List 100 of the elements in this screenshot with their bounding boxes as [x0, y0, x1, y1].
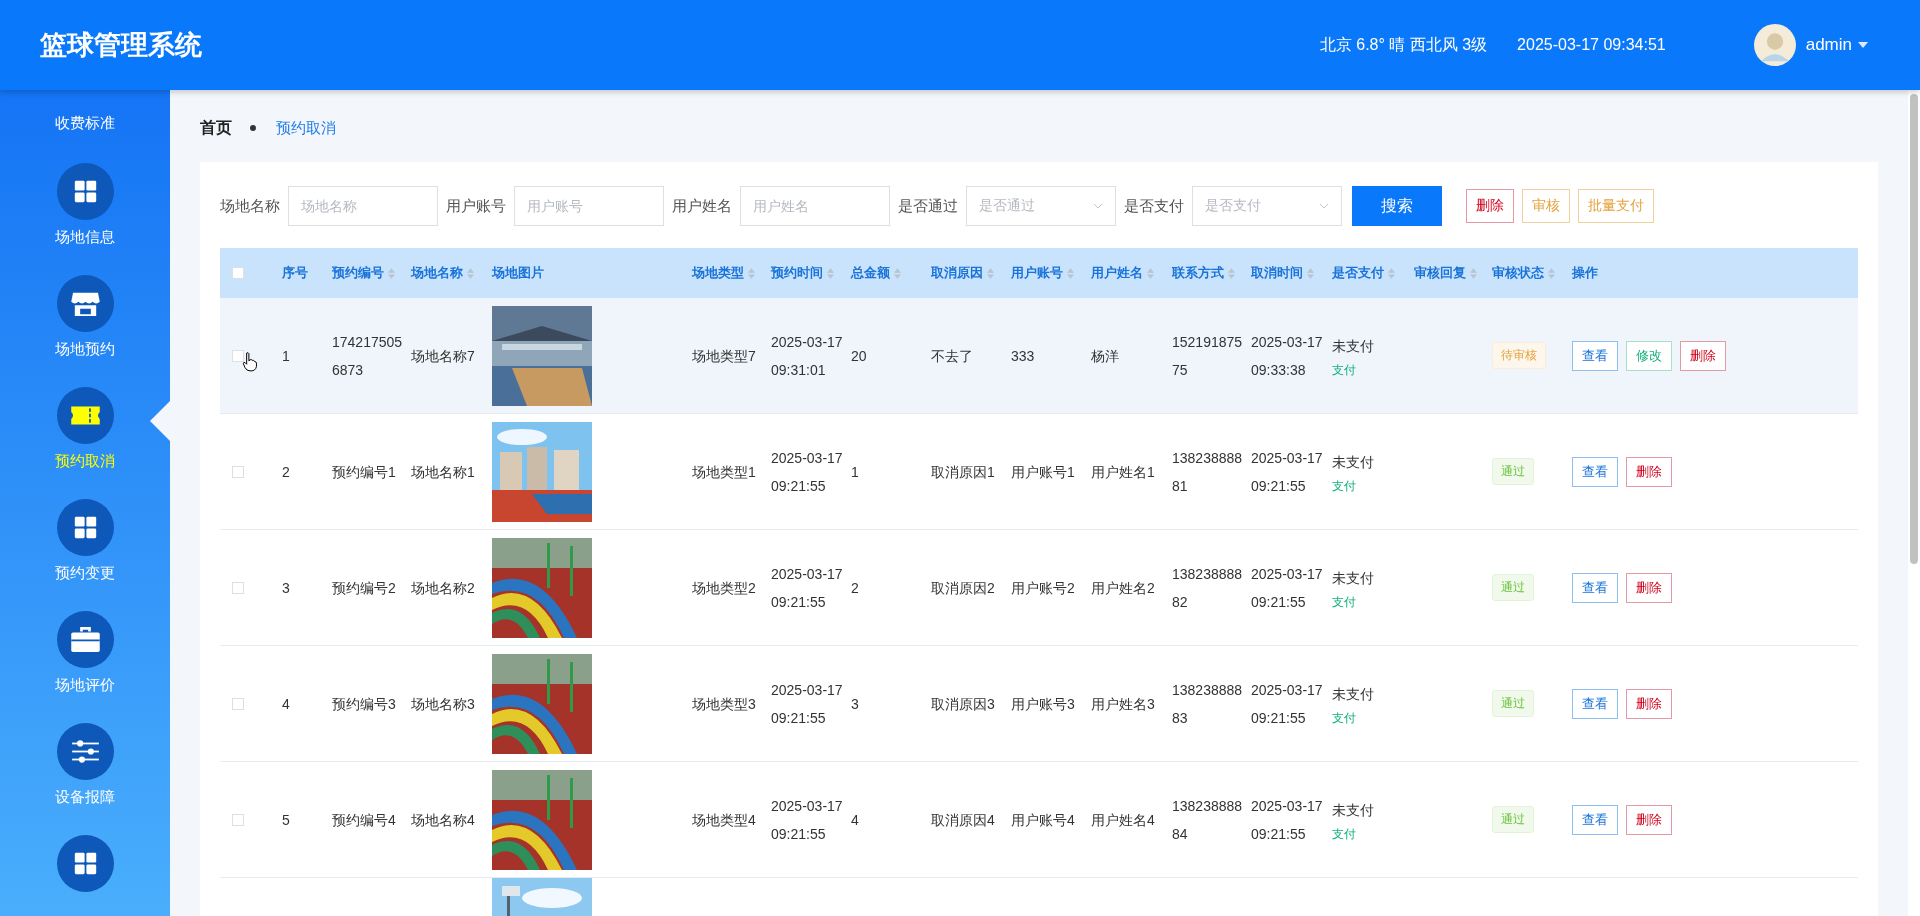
table-cell-text: 预约编号1	[332, 462, 396, 482]
shop-icon[interactable]	[56, 275, 114, 332]
checkbox[interactable]	[232, 267, 244, 279]
action-button[interactable]: 审核	[1522, 189, 1570, 223]
chevron-icon[interactable]	[1319, 203, 1329, 209]
avatar-icon[interactable]	[1753, 24, 1796, 66]
column-header[interactable]: 联系方式	[1172, 264, 1224, 282]
delete-button[interactable]: 删除	[1680, 340, 1726, 371]
sort-icon[interactable]	[1307, 267, 1314, 279]
caret-icon[interactable]	[1858, 42, 1868, 48]
grid-icon[interactable]	[56, 499, 114, 556]
table-cell-text: 5	[282, 810, 290, 830]
status-tag: 通过	[1492, 806, 1534, 833]
sliders-icon[interactable]	[56, 723, 114, 780]
table-cell-text: 预约编号3	[332, 694, 396, 714]
input-field[interactable]: 用户姓名	[740, 186, 890, 226]
sidebar-item[interactable]: 预约变更	[55, 564, 115, 583]
table-cell-text: 2025-03-17 09:21:55	[1251, 680, 1324, 728]
delete-button[interactable]: 删除	[1626, 688, 1672, 719]
checkbox[interactable]	[232, 465, 244, 478]
grid-icon[interactable]	[56, 835, 114, 892]
ticket-icon[interactable]	[56, 387, 114, 444]
view-button[interactable]: 查看	[1572, 688, 1618, 719]
checkbox[interactable]	[232, 581, 244, 594]
table-cell-text: 2	[282, 462, 290, 482]
table-cell-text: 用户姓名4	[1091, 810, 1155, 830]
breadcrumb-link[interactable]: 首页	[200, 117, 232, 139]
sort-icon[interactable]	[1067, 267, 1074, 279]
delete-button[interactable]: 删除	[1626, 804, 1672, 835]
sort-icon[interactable]	[1147, 267, 1154, 279]
sort-icon[interactable]	[894, 267, 901, 279]
delete-button[interactable]: 删除	[1466, 189, 1514, 223]
sort-icon[interactable]	[987, 267, 994, 279]
table-cell-text: 场地名称1	[411, 462, 475, 482]
table-cell-text: 杨洋	[1091, 346, 1119, 366]
column-header[interactable]: 取消原因	[931, 264, 983, 282]
column-header[interactable]: 用户姓名	[1091, 264, 1143, 282]
pay-link[interactable]: 支付	[1332, 594, 1356, 611]
column-header[interactable]: 场地名称	[411, 264, 463, 282]
sort-icon[interactable]	[1470, 267, 1477, 279]
sort-icon[interactable]	[748, 267, 755, 279]
pay-link[interactable]: 支付	[1332, 478, 1356, 495]
edit-button[interactable]: 修改	[1626, 340, 1672, 371]
pay-link[interactable]: 支付	[1332, 826, 1356, 843]
sidebar-item[interactable]: 场地预约	[55, 340, 115, 359]
datetime-text: 2025-03-17 09:34:51	[1517, 36, 1666, 54]
column-header[interactable]: 审核回复	[1414, 264, 1466, 282]
sidebar-item[interactable]: 场地信息	[55, 228, 115, 247]
column-header[interactable]: 是否支付	[1332, 264, 1384, 282]
delete-button[interactable]: 删除	[1626, 572, 1672, 603]
table-cell-text: 用户姓名3	[1091, 694, 1155, 714]
table-cell-text: 2025-03-17 09:21:55	[771, 680, 844, 728]
sort-icon[interactable]	[1228, 267, 1235, 279]
column-header[interactable]: 预约时间	[771, 264, 823, 282]
view-button[interactable]: 查看	[1572, 456, 1618, 487]
sort-icon[interactable]	[827, 267, 834, 279]
column-header[interactable]: 序号	[282, 264, 308, 282]
search-button[interactable]: 搜索	[1352, 186, 1442, 226]
grid-icon[interactable]	[56, 163, 114, 220]
filter-label: 用户姓名	[672, 196, 732, 216]
column-header[interactable]: 用户账号	[1011, 264, 1063, 282]
sidebar-item[interactable]: 收费标准	[55, 114, 115, 133]
column-header[interactable]: 总金额	[851, 264, 890, 282]
user-menu[interactable]: admin	[1805, 35, 1852, 55]
chevron-icon[interactable]	[1093, 203, 1103, 209]
delete-button[interactable]: 删除	[1626, 456, 1672, 487]
sidebar-item[interactable]: 设备报障	[55, 788, 115, 807]
checkbox[interactable]	[232, 697, 244, 710]
sidebar-item[interactable]: 场地评价	[55, 676, 115, 695]
pay-link[interactable]: 支付	[1332, 710, 1356, 727]
status-tag: 待审核	[1492, 342, 1546, 369]
column-header[interactable]: 场地类型	[692, 264, 744, 282]
select-field[interactable]: 是否支付	[1192, 186, 1342, 226]
input-field[interactable]: 场地名称	[288, 186, 438, 226]
column-header[interactable]: 预约编号	[332, 264, 384, 282]
action-button[interactable]: 批量支付	[1578, 189, 1654, 223]
sidebar-item[interactable]: 预约取消	[55, 452, 115, 471]
sort-icon[interactable]	[1388, 267, 1395, 279]
table-cell-text: 未支付	[1332, 337, 1374, 356]
view-button[interactable]: 查看	[1572, 572, 1618, 603]
briefcase-icon[interactable]	[56, 611, 114, 668]
column-header[interactable]: 取消时间	[1251, 264, 1303, 282]
column-header[interactable]: 操作	[1572, 264, 1598, 282]
status-tag: 通过	[1492, 574, 1534, 601]
view-button[interactable]: 查看	[1572, 804, 1618, 835]
sort-icon[interactable]	[388, 267, 395, 279]
column-header[interactable]: 场地图片	[492, 264, 544, 282]
column-header[interactable]: 审核状态	[1492, 264, 1544, 282]
table-cell-text: 用户账号2	[1011, 578, 1075, 598]
input-field[interactable]: 用户账号	[514, 186, 664, 226]
sort-icon[interactable]	[467, 267, 474, 279]
table-cell-text: 不去了	[931, 346, 973, 366]
view-button[interactable]: 查看	[1572, 340, 1618, 371]
table-cell-text: 2025-03-17 09:31:01	[771, 332, 844, 380]
scrollbar[interactable]	[1910, 94, 1918, 564]
pay-link[interactable]: 支付	[1332, 362, 1356, 379]
checkbox[interactable]	[232, 813, 244, 826]
sort-icon[interactable]	[1548, 267, 1555, 279]
select-field[interactable]: 是否通过	[966, 186, 1116, 226]
status-tag: 通过	[1492, 458, 1534, 485]
